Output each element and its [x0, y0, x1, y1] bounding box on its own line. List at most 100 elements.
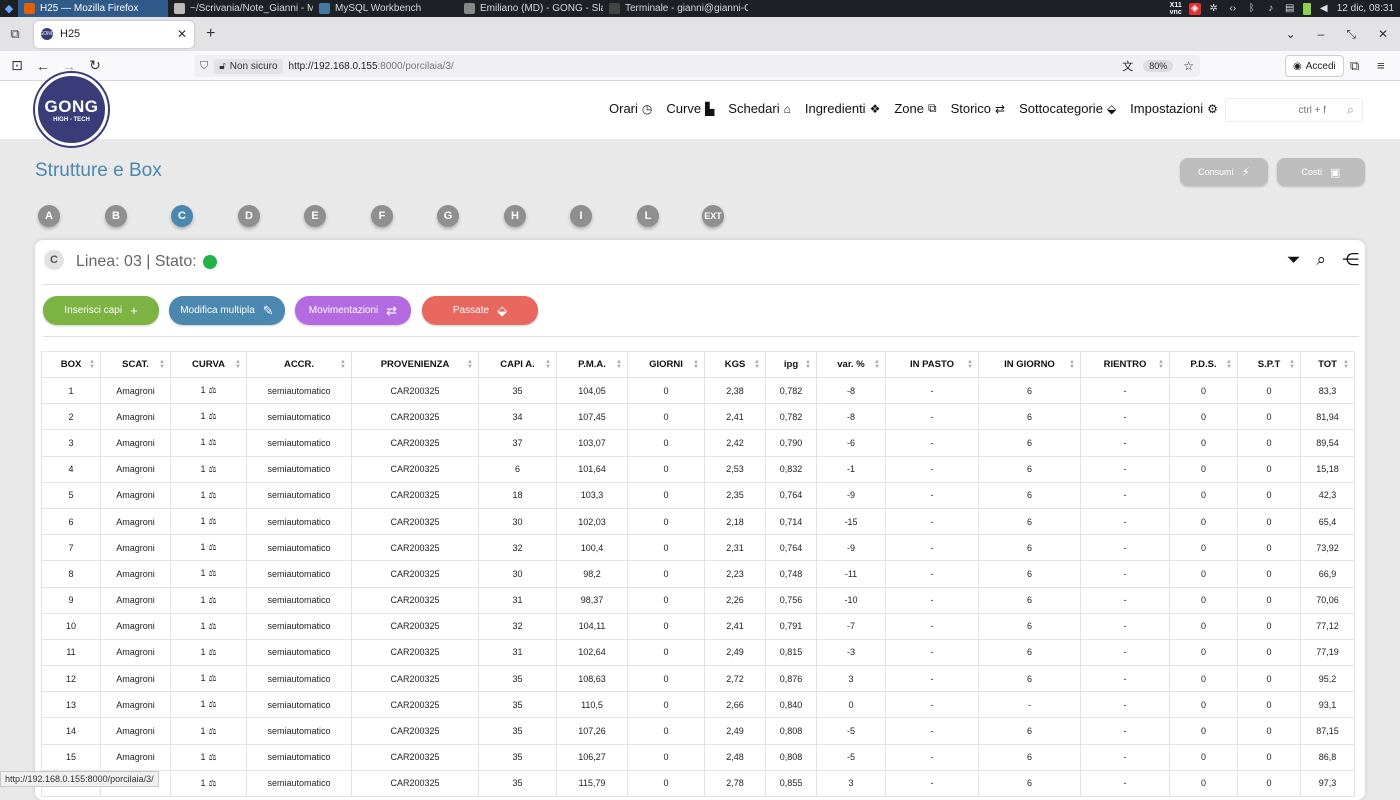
balance-scale-icon[interactable]: ⚖: [208, 595, 216, 605]
table-row[interactable]: 1 ⚖ semiautomatico CAR200325 35 115,79 0 2,78 0,…: [41, 769, 1355, 798]
balance-scale-icon[interactable]: ⚖: [208, 647, 216, 657]
column-header[interactable]: IN PASTO ▲ ▼: [885, 351, 979, 378]
url-text[interactable]: http://192.168.0.155:8000/porcilaia/3/: [289, 61, 454, 72]
balance-scale-icon[interactable]: ⚖: [208, 673, 216, 683]
balance-scale-icon[interactable]: ⚖: [208, 778, 216, 788]
share-icon[interactable]: ⋲: [1342, 250, 1359, 270]
sort-icon[interactable]: ▲ ▼: [89, 359, 95, 370]
balance-scale-icon[interactable]: ⚖: [208, 568, 216, 578]
table-row[interactable]: 9 Amagroni 1 ⚖ semiautomatico CAR200325 31 98,3…: [41, 586, 1355, 614]
sort-icon[interactable]: ▲ ▼: [159, 359, 165, 370]
app-search-box[interactable]: ⌕: [1225, 98, 1363, 122]
extensions-icon[interactable]: ⧉: [1350, 58, 1359, 74]
url-bar[interactable]: ⛉ 🔓︎ Non sicuro http://192.168.0.155:8000…: [194, 55, 1200, 77]
tab-close-icon[interactable]: ✕: [177, 27, 187, 41]
structure-button-c[interactable]: C: [171, 205, 193, 227]
balance-scale-icon[interactable]: ⚖: [208, 411, 216, 421]
structure-button-h[interactable]: H: [504, 205, 526, 227]
sort-icon[interactable]: ▲ ▼: [340, 359, 346, 370]
structure-button-d[interactable]: D: [238, 205, 260, 227]
column-header[interactable]: GIORNI ▲ ▼: [627, 351, 705, 378]
balance-scale-icon[interactable]: ⚖: [208, 437, 216, 447]
column-header[interactable]: ACCR. ▲ ▼: [246, 351, 352, 378]
table-row[interactable]: 12 Amagroni 1 ⚖ semiautomatico CAR200325 35 108…: [41, 665, 1355, 693]
notification-bell-icon[interactable]: ♪: [1265, 3, 1277, 15]
table-row[interactable]: 1 Amagroni 1 ⚖ semiautomatico CAR200325 35 104,…: [41, 376, 1355, 405]
table-row[interactable]: 14 Amagroni 1 ⚖ semiautomatico CAR200325 35 107…: [41, 717, 1355, 745]
sort-icon[interactable]: ▲ ▼: [1069, 359, 1075, 370]
taskbar-item[interactable]: Terminale - gianni@gianni-O...: [603, 0, 748, 17]
balance-scale-icon[interactable]: ⚖: [208, 516, 216, 526]
window-minimize-icon[interactable]: –: [1318, 27, 1325, 42]
structure-button-l[interactable]: L: [637, 205, 659, 227]
back-button[interactable]: ←: [30, 58, 56, 74]
structure-button-e[interactable]: E: [304, 205, 326, 227]
taskbar-item[interactable]: Emiliano (MD) - GONG - Slack: [458, 0, 603, 17]
column-header[interactable]: S.P.T ▲ ▼: [1237, 351, 1301, 378]
menu-item-storico[interactable]: Storico ⇄: [951, 101, 1006, 116]
column-header[interactable]: PROVENIENZA ▲ ▼: [351, 351, 479, 378]
structure-button-i[interactable]: I: [570, 205, 592, 227]
column-header[interactable]: RIENTRO ▲ ▼: [1080, 351, 1170, 378]
table-row[interactable]: 10 Amagroni 1 ⚖ semiautomatico CAR200325 32 104…: [41, 612, 1355, 640]
column-header[interactable]: ipg ▲ ▼: [765, 351, 817, 378]
search-icon[interactable]: ⌕: [1347, 102, 1354, 118]
sort-icon[interactable]: ▲ ▼: [1226, 359, 1232, 370]
tracking-shield-icon[interactable]: ⛉: [200, 60, 208, 73]
network-icon[interactable]: ‹›: [1227, 3, 1239, 15]
table-row[interactable]: 2 Amagroni 1 ⚖ semiautomatico CAR200325 34 107,…: [41, 403, 1355, 431]
table-row[interactable]: 4 Amagroni 1 ⚖ semiautomatico CAR200325 6 101,6…: [41, 455, 1355, 483]
menu-item-schedari[interactable]: Schedari ⌂: [728, 101, 791, 116]
menu-item-curve[interactable]: Curve ▙: [666, 101, 714, 116]
bookmark-star-icon[interactable]: ☆: [1183, 59, 1194, 73]
balance-scale-icon[interactable]: ⚖: [208, 542, 216, 552]
security-indicator[interactable]: 🔓︎ Non sicuro: [214, 58, 283, 74]
bluetooth-icon[interactable]: ᛒ: [1246, 3, 1258, 15]
sidebar-toggle-icon[interactable]: ⊡: [4, 57, 30, 74]
start-menu-icon[interactable]: ◆: [0, 0, 18, 17]
sort-icon[interactable]: ▲ ▼: [805, 359, 811, 370]
clock[interactable]: 12 dic, 08:31: [1337, 3, 1394, 14]
gong-logo[interactable]: GONG HIGH - TECH: [35, 73, 108, 146]
taskbar-item[interactable]: MySQL Workbench: [313, 0, 458, 17]
vpn-icon[interactable]: ◈: [1188, 2, 1201, 15]
sort-icon[interactable]: ▲ ▼: [1343, 359, 1349, 370]
reload-button[interactable]: ↻: [82, 57, 108, 74]
table-row[interactable]: 5 Amagroni 1 ⚖ semiautomatico CAR200325 18 103,…: [41, 481, 1355, 509]
menu-item-sottocategorie[interactable]: Sottocategorie ⬙: [1019, 101, 1116, 116]
balance-scale-icon[interactable]: ⚖: [208, 464, 216, 474]
column-header[interactable]: KGS ▲ ▼: [704, 351, 766, 378]
balance-scale-icon[interactable]: ⚖: [208, 621, 216, 631]
structure-button-ext[interactable]: EXT: [702, 205, 724, 227]
search-icon[interactable]: ⌕: [1316, 250, 1326, 270]
browser-tab[interactable]: GONG H25 ✕: [34, 20, 194, 48]
volume-icon[interactable]: ◀: [1318, 3, 1330, 15]
column-header[interactable]: BOX ▲ ▼: [41, 351, 101, 378]
table-row[interactable]: 6 Amagroni 1 ⚖ semiautomatico CAR200325 30 102,…: [41, 507, 1355, 536]
modifica-multipla-button[interactable]: Modifica multipla ✎: [169, 296, 285, 325]
sort-icon[interactable]: ▲ ▼: [874, 359, 880, 370]
sort-icon[interactable]: ▲ ▼: [616, 359, 622, 370]
window-close-icon[interactable]: ✕: [1378, 27, 1388, 42]
balance-scale-icon[interactable]: ⚖: [208, 385, 216, 395]
table-row[interactable]: 3 Amagroni 1 ⚖ semiautomatico CAR200325 37 103,…: [41, 429, 1355, 457]
column-header[interactable]: P.D.S. ▲ ▼: [1169, 351, 1238, 378]
costi-button[interactable]: Costi ▣: [1277, 158, 1365, 186]
app-search-input[interactable]: [1226, 104, 1326, 116]
movimentazioni-button[interactable]: Movimentazioni ⇄: [295, 296, 411, 325]
column-header[interactable]: IN GIORNO ▲ ▼: [978, 351, 1081, 378]
balance-scale-icon[interactable]: ⚖: [208, 752, 216, 762]
column-header[interactable]: var. % ▲ ▼: [816, 351, 886, 378]
table-row[interactable]: 15 Amagroni 1 ⚖ semiautomatico CAR200325 35 106…: [41, 743, 1355, 771]
balance-scale-icon[interactable]: ⚖: [208, 699, 216, 709]
column-header[interactable]: P.M.A. ▲ ▼: [556, 351, 628, 378]
balance-scale-icon[interactable]: ⚖: [208, 490, 216, 500]
table-row[interactable]: 13 Amagroni 1 ⚖ semiautomatico CAR200325 35 110…: [41, 691, 1355, 719]
column-header[interactable]: SCAT. ▲ ▼: [100, 351, 171, 378]
translate-icon[interactable]: 文: [1122, 58, 1133, 74]
sort-icon[interactable]: ▲ ▼: [1289, 359, 1295, 370]
sort-icon[interactable]: ▲ ▼: [1158, 359, 1164, 370]
structure-button-a[interactable]: A: [38, 205, 60, 227]
column-header[interactable]: TOT ▲ ▼: [1300, 351, 1355, 378]
window-restore-icon[interactable]: ⤡: [1346, 27, 1356, 42]
